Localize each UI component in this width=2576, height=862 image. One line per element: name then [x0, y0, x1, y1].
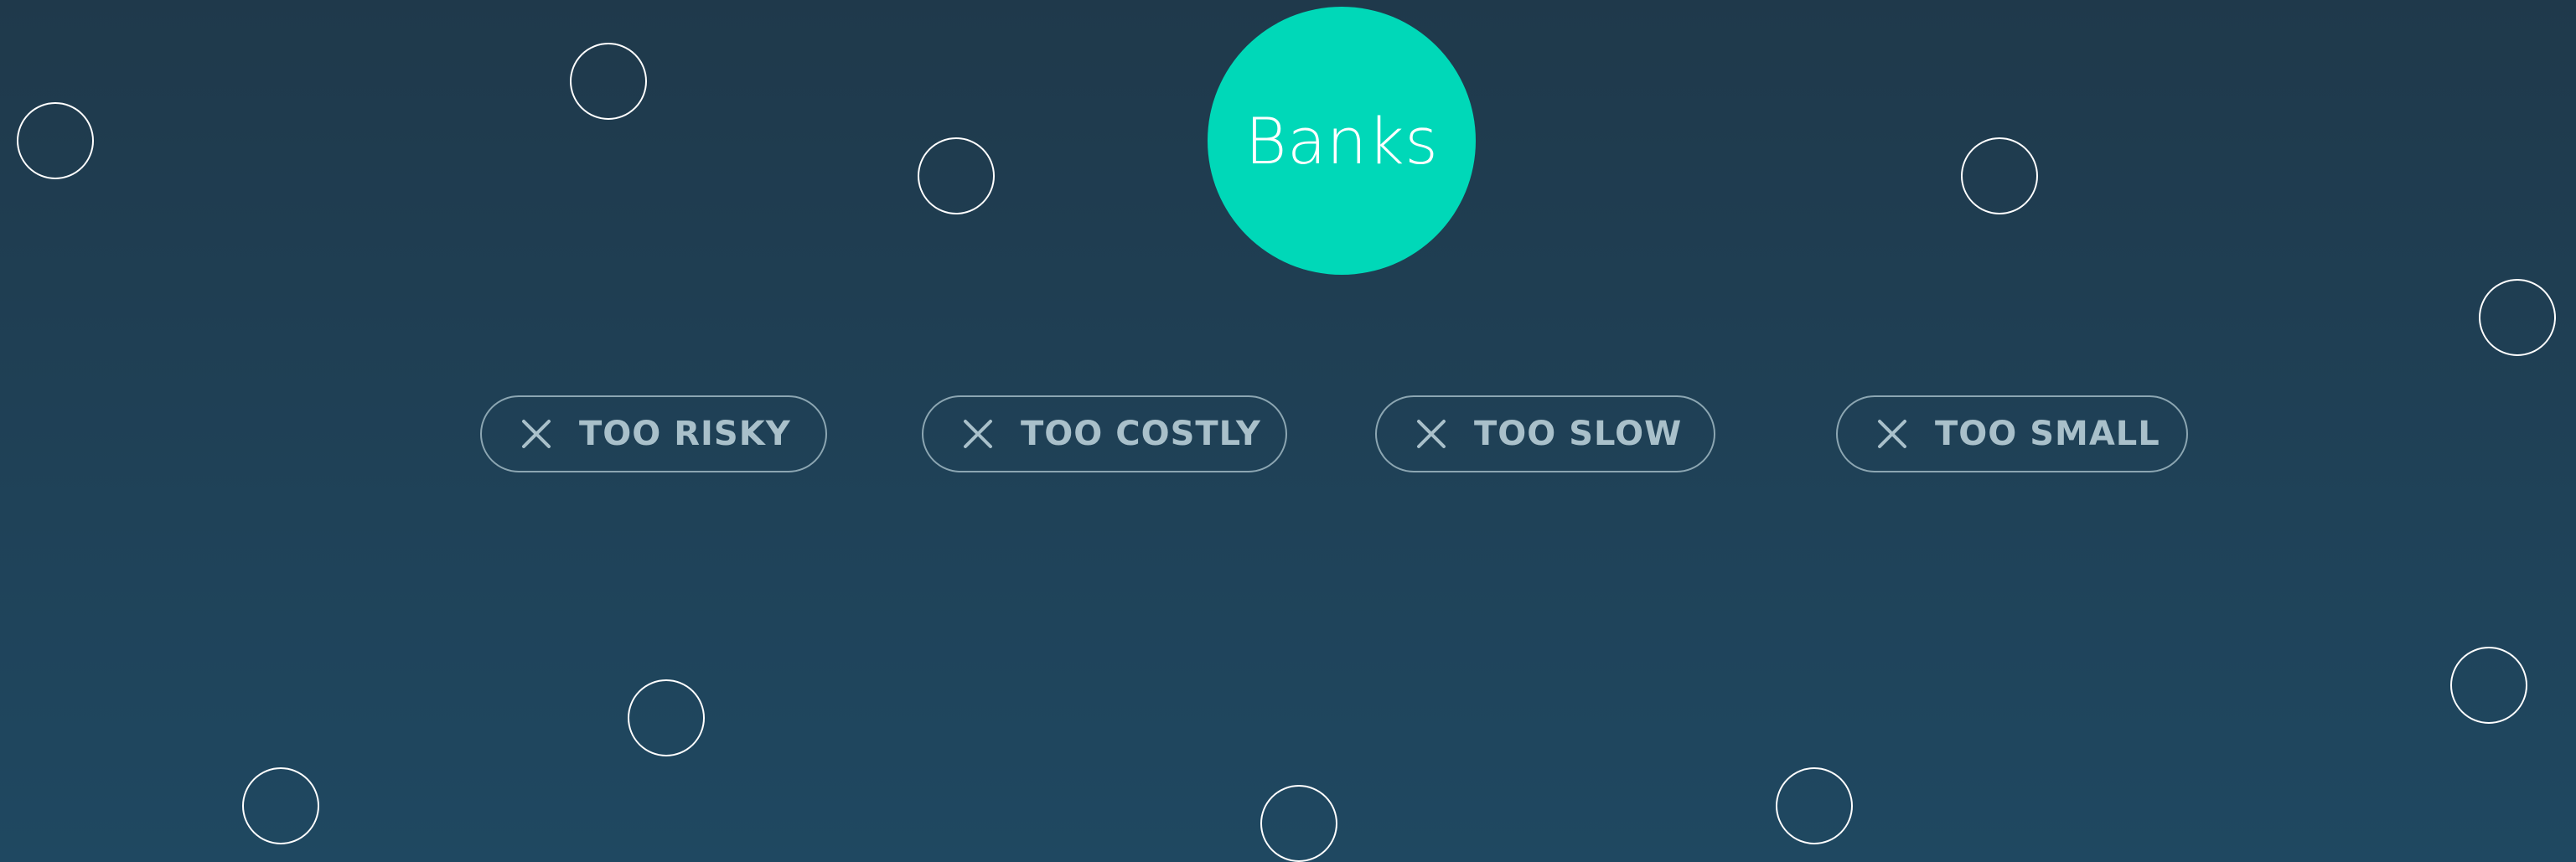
x-icon — [522, 420, 551, 448]
stage: Banks TOO RISKY TOO COSTLY TOO SLOW TOO … — [0, 0, 2576, 862]
reason-pill-too-slow: TOO SLOW — [1375, 395, 1715, 472]
reason-label: TOO RISKY — [579, 415, 791, 453]
reason-label: TOO COSTLY — [1021, 415, 1261, 453]
reason-pill-too-risky: TOO RISKY — [480, 395, 827, 472]
reason-pill-too-small: TOO SMALL — [1836, 395, 2188, 472]
decorative-circle — [242, 767, 319, 844]
decorative-circle — [2479, 279, 2556, 356]
decorative-circle — [628, 679, 705, 756]
banks-hub: Banks — [1208, 7, 1476, 275]
decorative-circle — [17, 102, 94, 179]
reason-pill-too-costly: TOO COSTLY — [922, 395, 1287, 472]
decorative-circle — [2450, 647, 2527, 724]
decorative-circle — [1961, 137, 2038, 214]
decorative-circle — [1260, 785, 1337, 862]
x-icon — [1878, 420, 1906, 448]
decorative-circle — [1776, 767, 1853, 844]
x-icon — [1417, 420, 1446, 448]
reason-label: TOO SLOW — [1474, 415, 1683, 453]
decorative-circle — [918, 137, 995, 214]
x-icon — [964, 420, 992, 448]
decorative-circle — [570, 43, 647, 120]
reason-label: TOO SMALL — [1935, 415, 2160, 453]
hub-label: Banks — [1244, 103, 1439, 178]
